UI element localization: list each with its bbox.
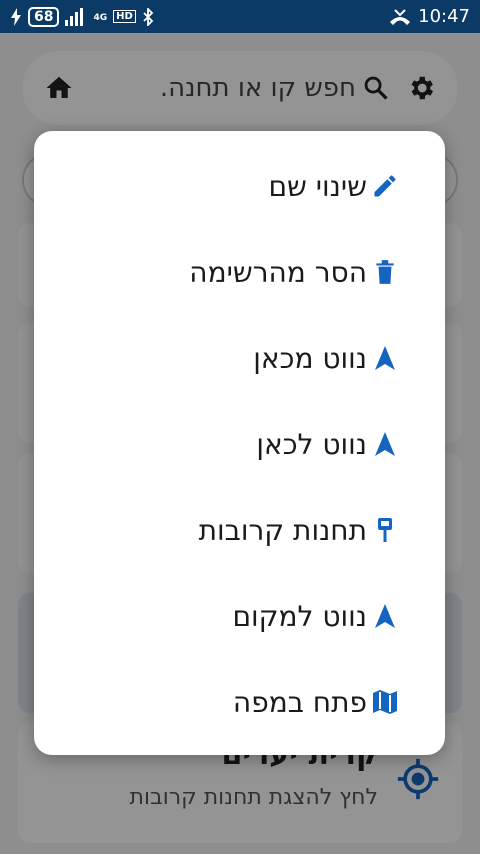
- clock: 10:47: [418, 6, 470, 27]
- charging-icon: [11, 7, 21, 26]
- trash-icon: [371, 258, 399, 286]
- battery-level: 68: [28, 6, 60, 27]
- menu-item-nearby-stations[interactable]: תחנות קרובות: [34, 487, 399, 573]
- navigation-arrow-icon: [371, 430, 399, 458]
- context-menu: שינוי שם הסר מהרשימה נווט מכאן נווט לכאן…: [34, 131, 445, 755]
- signal-icon: [65, 7, 84, 26]
- menu-item-label: נווט מכאן: [253, 341, 367, 375]
- hd-badge: HD: [113, 10, 136, 23]
- status-bar-right: 10:47: [388, 6, 470, 27]
- menu-item-label: נווט למקום: [232, 599, 367, 633]
- menu-item-label: שינוי שם: [268, 169, 367, 203]
- bus-stop-sign-icon: [371, 516, 399, 544]
- menu-item-label: תחנות קרובות: [198, 513, 367, 547]
- menu-item-remove[interactable]: הסר מהרשימה: [34, 229, 399, 315]
- menu-item-navigate-from-here[interactable]: נווט מכאן: [34, 315, 399, 401]
- menu-item-rename[interactable]: שינוי שם: [34, 143, 399, 229]
- network-type: 4G: [93, 12, 108, 23]
- missed-call-icon: [390, 8, 411, 25]
- navigation-arrow-icon: [371, 344, 399, 372]
- navigation-arrow-icon: [371, 602, 399, 630]
- bluetooth-icon: [143, 7, 154, 26]
- status-bar: 68 4G HD 10:47: [0, 0, 480, 33]
- menu-item-navigate-to-place[interactable]: נווט למקום: [34, 573, 399, 659]
- menu-item-label: פתח במפה: [232, 685, 367, 719]
- menu-item-label: נווט לכאן: [256, 427, 367, 461]
- status-bar-left: 68 4G HD: [10, 6, 154, 27]
- menu-item-open-in-map[interactable]: פתח במפה: [34, 659, 399, 745]
- map-icon: [371, 688, 399, 716]
- menu-item-label: הסר מהרשימה: [189, 255, 367, 289]
- menu-item-navigate-to-here[interactable]: נווט לכאן: [34, 401, 399, 487]
- pencil-icon: [371, 172, 399, 200]
